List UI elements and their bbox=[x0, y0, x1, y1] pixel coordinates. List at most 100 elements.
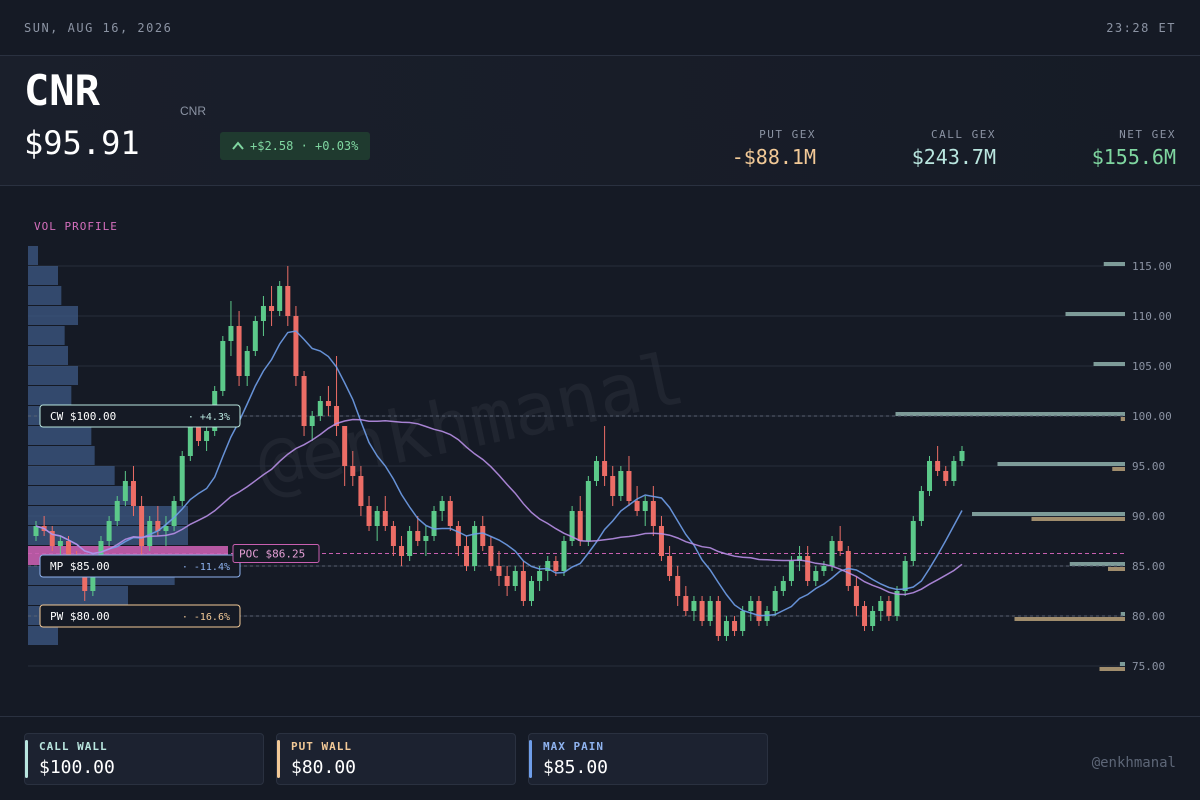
quote-header: CNR CNR $95.91 +$2.58 · +0.03% PUT GEX -… bbox=[0, 56, 1200, 186]
candle-body bbox=[642, 501, 648, 511]
candle-body bbox=[927, 461, 933, 491]
put-wall-tag-pct: · -16.6% bbox=[182, 612, 230, 623]
candle-body bbox=[496, 566, 502, 576]
volume-profile-bar bbox=[28, 626, 58, 645]
put-wall-card: PUT WALL $80.00 bbox=[276, 733, 516, 785]
net-gex-label: NET GEX bbox=[1119, 128, 1176, 141]
call-gex-bar bbox=[1119, 662, 1125, 666]
candle-body bbox=[464, 546, 470, 566]
author-handle[interactable]: @enkhmanal bbox=[1092, 755, 1176, 771]
put-wall-accent bbox=[277, 740, 280, 778]
candle-body bbox=[407, 531, 413, 556]
candle-body bbox=[122, 481, 128, 501]
y-tick-label: 110.00 bbox=[1132, 310, 1172, 323]
call-gex-bar bbox=[972, 512, 1125, 516]
candle-body bbox=[358, 476, 364, 506]
candle-body bbox=[805, 556, 811, 581]
candle-body bbox=[618, 471, 624, 496]
change-badge: +$2.58 · +0.03% bbox=[220, 132, 371, 160]
last-price: $95.91 bbox=[24, 124, 140, 162]
volume-profile-bar bbox=[28, 446, 95, 465]
candle-body bbox=[610, 476, 616, 496]
candle-body bbox=[33, 526, 39, 536]
candle-body bbox=[756, 601, 762, 621]
candle-body bbox=[772, 591, 778, 611]
candle-body bbox=[658, 526, 664, 556]
put-gex-bar bbox=[1099, 667, 1125, 671]
call-wall-label: CALL WALL bbox=[39, 740, 108, 753]
candle-body bbox=[520, 571, 526, 601]
put-gex-value: -$88.1M bbox=[731, 145, 816, 169]
candle-body bbox=[382, 511, 388, 526]
candle-body bbox=[683, 596, 689, 611]
put-wall-value: $80.00 bbox=[291, 757, 357, 778]
call-gex-value: $243.7M bbox=[911, 145, 996, 169]
candle-body bbox=[204, 431, 210, 441]
max-pain-accent bbox=[529, 740, 532, 778]
volume-profile-bar bbox=[28, 286, 62, 305]
max-pain-tag-label: MP $85.00 bbox=[50, 560, 110, 573]
put-gex-bar bbox=[1120, 417, 1125, 421]
candle-body bbox=[228, 326, 234, 341]
candle-body bbox=[350, 466, 356, 476]
candle-body bbox=[537, 571, 543, 581]
candle-body bbox=[593, 461, 599, 481]
candle-body bbox=[553, 561, 559, 571]
candle-body bbox=[707, 601, 713, 621]
volume-profile-bar bbox=[28, 246, 38, 265]
candle-body bbox=[853, 586, 859, 606]
candle-body bbox=[455, 526, 461, 546]
call-gex-bar bbox=[895, 412, 1125, 416]
chart-canvas[interactable]: VOL PROFILE 115.00 110.00 105.00 100.00 95.00… bbox=[0, 186, 1200, 716]
candle-body bbox=[918, 491, 924, 521]
candle-body bbox=[691, 601, 697, 611]
candle-body bbox=[780, 581, 786, 591]
candle-body bbox=[748, 601, 754, 611]
candle-body bbox=[106, 521, 112, 541]
candle-body bbox=[293, 316, 299, 376]
candle-body bbox=[187, 426, 193, 456]
ticker-subtitle: CNR bbox=[180, 104, 206, 118]
candle-body bbox=[130, 481, 136, 506]
call-wall-card: CALL WALL $100.00 bbox=[24, 733, 264, 785]
candle-body bbox=[447, 501, 453, 526]
candle-body bbox=[277, 286, 283, 311]
candle-body bbox=[602, 461, 608, 476]
call-gex-bar bbox=[1069, 562, 1125, 566]
call-gex-bar bbox=[1120, 612, 1125, 616]
y-tick-label: 100.00 bbox=[1132, 410, 1172, 423]
candle-body bbox=[139, 506, 145, 546]
put-gex-bar bbox=[1108, 567, 1125, 571]
candle-body bbox=[699, 601, 705, 621]
candle-body bbox=[244, 351, 250, 376]
candle-body bbox=[577, 511, 583, 541]
candle-body bbox=[488, 546, 494, 566]
volume-profile-bar bbox=[28, 586, 128, 605]
call-gex-stat: CALL GEX $243.7M bbox=[912, 128, 996, 169]
candle-body bbox=[366, 506, 372, 526]
volume-profile-bar bbox=[28, 326, 65, 345]
volume-profile-bar bbox=[28, 346, 68, 365]
chevron-up-icon bbox=[232, 141, 244, 150]
ticker-symbol: CNR bbox=[24, 66, 100, 115]
candle-body bbox=[723, 621, 729, 636]
y-tick-label: 95.00 bbox=[1132, 460, 1165, 473]
candle-body bbox=[301, 376, 307, 426]
candle-body bbox=[309, 416, 315, 426]
y-tick-label: 75.00 bbox=[1132, 660, 1165, 673]
candle-body bbox=[439, 501, 445, 511]
candle-body bbox=[732, 621, 738, 631]
time-label: 23:28 ET bbox=[1106, 20, 1176, 35]
candle-body bbox=[561, 541, 567, 571]
y-tick-label: 90.00 bbox=[1132, 510, 1165, 523]
candle-body bbox=[472, 526, 478, 566]
max-pain-value: $85.00 bbox=[543, 757, 609, 778]
volume-profile-bar bbox=[28, 266, 58, 285]
call-gex-bar bbox=[1093, 362, 1125, 366]
candle-body bbox=[57, 541, 63, 546]
call-wall-value: $100.00 bbox=[39, 757, 115, 778]
candle-body bbox=[650, 501, 656, 526]
candle-body bbox=[390, 526, 396, 546]
price-chart[interactable]: @enkhmanal VOL PROFILE 115.00 110.00 105.00… bbox=[0, 186, 1200, 716]
candle-body bbox=[837, 541, 843, 551]
